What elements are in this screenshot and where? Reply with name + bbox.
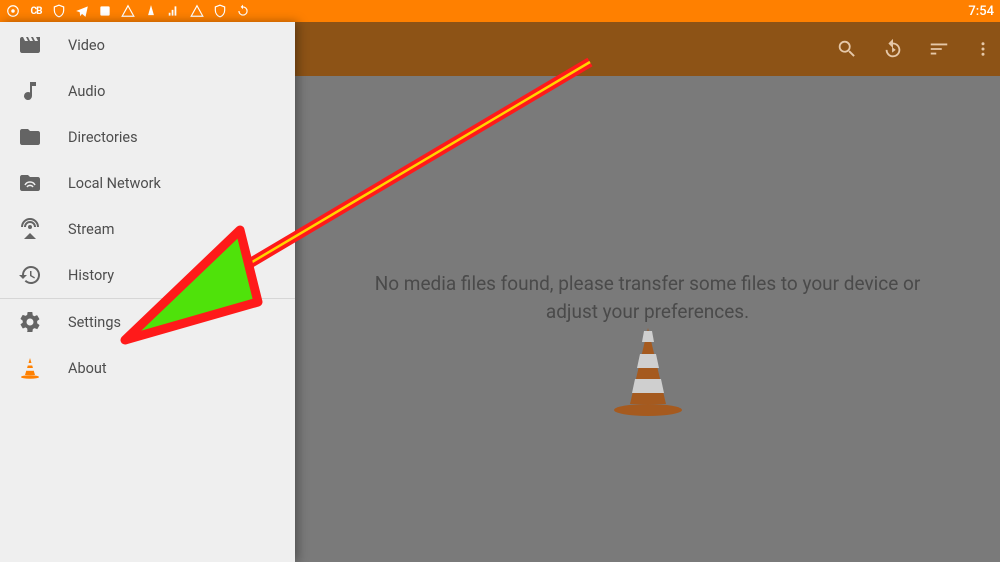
status-app-icon: [98, 4, 112, 18]
vlc-cone-icon: [295, 324, 1000, 416]
status-bar-left: CB: [6, 4, 250, 18]
status-triangle-icon: [121, 4, 135, 18]
drawer-item-history[interactable]: History: [0, 252, 295, 298]
drawer-item-audio[interactable]: Audio: [0, 68, 295, 114]
drawer-item-label: Settings: [68, 314, 121, 331]
empty-line2: adjust your preferences.: [546, 300, 749, 323]
video-icon: [18, 33, 42, 57]
status-shield-icon: [52, 4, 66, 18]
sort-icon[interactable]: [928, 38, 950, 60]
drawer-item-label: Audio: [68, 83, 105, 100]
status-time: 7:54: [968, 4, 994, 19]
status-signal-icon: [167, 4, 181, 18]
folder-icon: [18, 125, 42, 149]
vlc-cone-small-icon: [18, 356, 42, 380]
status-cb-icon: CB: [29, 4, 43, 18]
drawer-item-label: Video: [68, 37, 105, 54]
drawer-item-label: Local Network: [68, 175, 161, 192]
drawer-item-local-network[interactable]: Local Network: [0, 160, 295, 206]
drawer-item-label: History: [68, 267, 114, 284]
drawer-item-label: About: [68, 360, 107, 377]
status-circle-icon: [6, 4, 20, 18]
drawer-item-settings[interactable]: Settings: [0, 299, 295, 345]
drawer-item-video[interactable]: Video: [0, 22, 295, 68]
network-folder-icon: [18, 171, 42, 195]
drawer-item-about[interactable]: About: [0, 345, 295, 391]
settings-icon: [18, 310, 42, 334]
status-telegram-icon: [75, 4, 89, 18]
drawer-item-directories[interactable]: Directories: [0, 114, 295, 160]
status-bar-right: 7:54: [968, 4, 994, 19]
empty-state-message: No media files found, please transfer so…: [295, 270, 1000, 325]
search-icon[interactable]: [836, 38, 858, 60]
drawer-item-label: Stream: [68, 221, 114, 238]
more-icon[interactable]: [974, 38, 992, 60]
last-played-icon[interactable]: [882, 38, 904, 60]
history-icon: [18, 263, 42, 287]
status-vlc-icon: [144, 4, 158, 18]
status-triangle2-icon: [190, 4, 204, 18]
empty-line1: No media files found, please transfer so…: [375, 272, 921, 295]
drawer-item-stream[interactable]: Stream: [0, 206, 295, 252]
status-shield2-icon: [213, 4, 227, 18]
stream-icon: [18, 217, 42, 241]
status-refresh-icon: [236, 4, 250, 18]
navigation-drawer: Video Audio Directories Local Network St…: [0, 22, 295, 562]
drawer-item-label: Directories: [68, 129, 138, 146]
status-bar: CB 7:54: [0, 0, 1000, 22]
audio-icon: [18, 79, 42, 103]
